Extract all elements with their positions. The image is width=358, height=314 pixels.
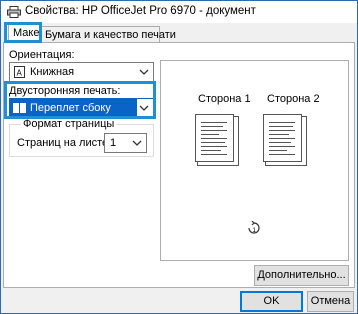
duplex-value: Переплет сбоку [30, 102, 111, 114]
chevron-down-icon [139, 105, 149, 111]
portrait-page-icon: A [14, 66, 25, 78]
duplex-select[interactable]: Переплет сбоку [9, 98, 154, 118]
chevron-down-icon [132, 140, 142, 146]
flip-arrow-icon: 1 [248, 221, 260, 234]
title-bar: Свойства: HP OfficeJet Pro 6970 - докуме… [1, 1, 357, 23]
orientation-select[interactable]: A Книжная [9, 62, 154, 82]
pages-per-sheet-label: Страниц на листе [17, 137, 109, 149]
duplex-preview: Сторона 1 Сторона 2 1 [160, 60, 349, 261]
window-title: Свойства: HP OfficeJet Pro 6970 - докуме… [25, 5, 256, 17]
page-side-2 [263, 114, 302, 162]
side-2-label: Сторона 2 [267, 93, 320, 105]
print-properties-window: Свойства: HP OfficeJet Pro 6970 - докуме… [0, 0, 358, 314]
advanced-button[interactable]: Дополнительно... [254, 265, 349, 286]
tab-layout[interactable]: Макет [8, 24, 44, 44]
svg-text:A: A [17, 69, 23, 78]
page-format-group-label: Формат страницы [21, 118, 117, 130]
chevron-down-icon [139, 69, 149, 75]
book-binding-icon [13, 103, 26, 113]
orientation-label: Ориентация: [9, 49, 75, 61]
pages-per-sheet-select[interactable]: 1 [104, 133, 147, 153]
cancel-button[interactable]: Отмена [307, 291, 354, 312]
side-1-label: Сторона 1 [198, 93, 251, 105]
duplex-label: Двусторонняя печать: [9, 85, 121, 97]
pages-per-sheet-value: 1 [110, 137, 117, 149]
tab-paper-quality[interactable]: Бумага и качество печати [40, 26, 176, 43]
printer-icon [7, 6, 21, 18]
orientation-value: Книжная [30, 66, 75, 78]
tab-strip: Макет Бумага и качество печати [1, 23, 357, 44]
ok-button[interactable]: OK [240, 291, 303, 312]
page-side-1 [195, 114, 234, 162]
layout-panel: Ориентация: A Книжная Двусторонняя печат… [3, 42, 355, 288]
